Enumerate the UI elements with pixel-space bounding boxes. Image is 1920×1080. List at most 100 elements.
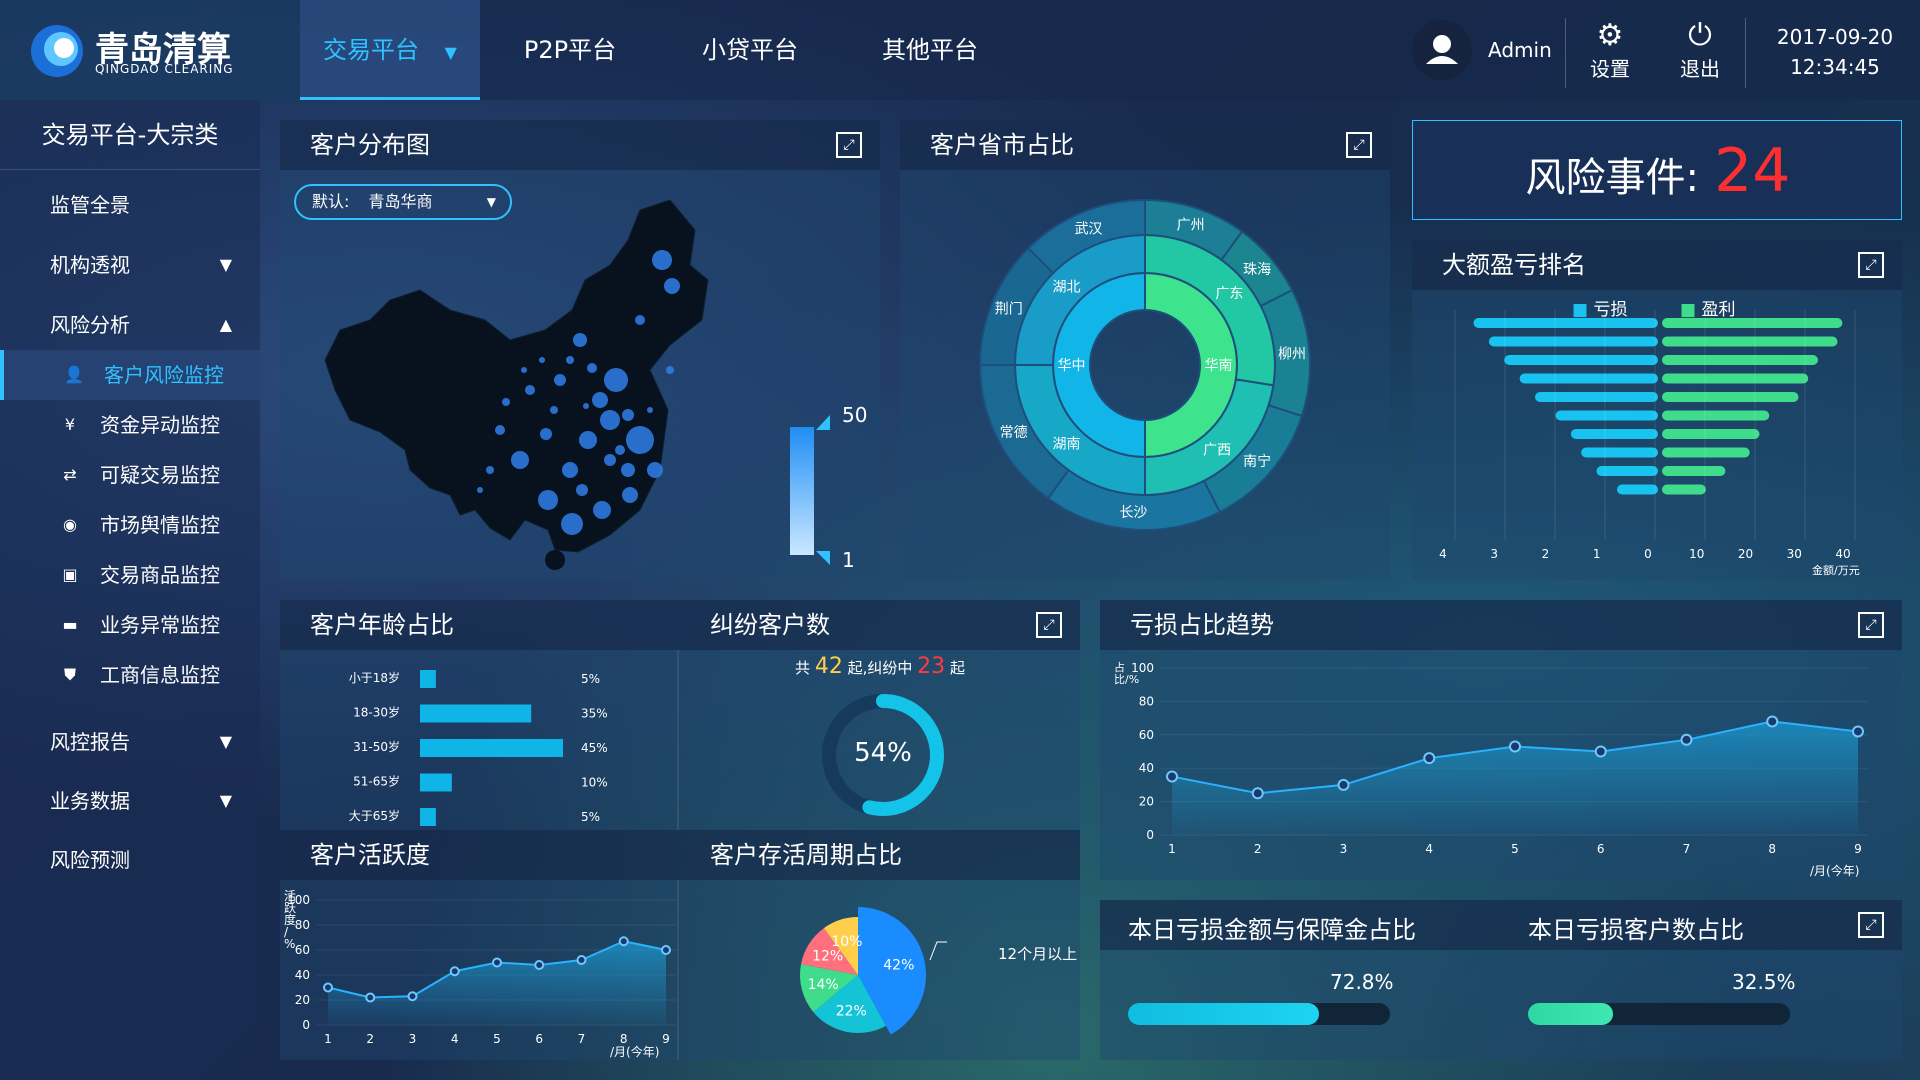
folder-icon: ▬ [62, 615, 78, 634]
ranking-chart[interactable]: 4 3 2 1 0 10 20 30 40 [1412, 240, 1902, 580]
chevron-down-icon: ▼ [444, 43, 457, 62]
y-tick-label: 0 [1146, 828, 1154, 842]
map-legend [790, 415, 830, 565]
divider [1745, 18, 1746, 88]
sunburst-label: 珠海 [1243, 262, 1271, 278]
profit-bar [1662, 484, 1706, 495]
activity-xlabel: /月(今年) [610, 1044, 659, 1059]
sidebar-item-risk-forecast[interactable]: 风险预测 [0, 835, 260, 885]
data-point [1337, 778, 1350, 791]
x-tick-label: 1 [1593, 547, 1601, 561]
sidebar-item-business-info[interactable]: ⛊ 工商信息监控 [0, 650, 260, 700]
dispute-count: 23 [917, 654, 946, 679]
lifecycle-pie-chart[interactable]: 42% 22% 14% 12%10% [680, 880, 1080, 1060]
sunburst-label: 湖北 [1053, 280, 1081, 296]
data-point [534, 960, 545, 970]
sunburst-label: 湖南 [1053, 436, 1081, 452]
expand-icon[interactable]: ⤢ [1858, 912, 1884, 938]
profit-bar [1662, 318, 1843, 328]
dispute-suffix: 起 [949, 659, 965, 677]
chevron-down-icon: ▼ [219, 255, 232, 274]
sidebar-item-public-opinion[interactable]: ◉ 市场舆情监控 [0, 500, 260, 550]
activity-line-chart[interactable]: 0204060801001 2 3 4 5 6 7 8 9活跃度/%/月(今年) [280, 880, 680, 1060]
nav-microloan-platform[interactable]: 小贷平台 [660, 0, 840, 100]
loss-bar [1581, 447, 1658, 458]
username[interactable]: Admin [1488, 38, 1552, 62]
expand-icon[interactable]: ⤢ [1036, 612, 1062, 638]
pie-callout-line [929, 941, 947, 961]
sunburst-chart[interactable]: 华中 华南 湖北湖南 广东广西 武汉荆门常德长沙 南宁 柳州 珠海 广州 [900, 120, 1390, 580]
sunburst-label: 广州 [1177, 218, 1205, 234]
dispute-percent: 54% [854, 738, 912, 768]
badge-icon: ⛊ [63, 665, 76, 684]
chevron-up-icon: ▲ [219, 315, 232, 334]
sidebar-item-label: 风险分析 [50, 313, 130, 337]
sidebar-item-fund-anomaly[interactable]: ¥ 资金异动监控 [0, 400, 260, 450]
date-text: 2017-09-20 [1776, 25, 1894, 49]
profit-bar [1662, 466, 1726, 476]
china-map[interactable] [310, 170, 770, 580]
pie-value-label: 12% [812, 949, 843, 965]
avatar[interactable] [1412, 20, 1472, 80]
data-point [407, 991, 418, 1002]
sidebar-item-suspicious-trade[interactable]: ⇄ 可疑交易监控 [0, 450, 260, 500]
expand-icon[interactable]: ⤢ [1858, 612, 1884, 638]
legend-max: 50 [842, 403, 868, 427]
age-category-label: 大于65岁 [349, 808, 400, 823]
x-tick-label: 8 [620, 1032, 628, 1046]
sidebar-item-risk-report[interactable]: 风控报告 ▼ [0, 717, 260, 767]
loss-customer-fill [1528, 1003, 1614, 1025]
data-point [1766, 715, 1779, 728]
sidebar-item-label: 工商信息监控 [100, 663, 220, 687]
trend-xlabel: /月(今年) [1810, 864, 1860, 878]
age-bar-chart[interactable]: 小于18岁 5% 18-30岁 35% 31-50岁 45% 51-65岁 10% 大于65岁 5… [280, 650, 680, 830]
nav-trading-platform[interactable]: 交易平台 ▼ [300, 0, 480, 100]
series-area [1172, 721, 1858, 835]
user-avatar-icon [1426, 35, 1458, 64]
data-point [618, 936, 629, 947]
sidebar-item-overview[interactable]: 监管全景 [0, 180, 260, 230]
panel-title: 客户年龄占比 [280, 600, 680, 650]
dispute-prefix: 共 [795, 659, 811, 677]
x-tick-label: 1 [1168, 842, 1176, 856]
sunburst-label: 荆门 [995, 302, 1023, 318]
sidebar-item-risk-analysis[interactable]: 风险分析 ▲ [0, 300, 260, 350]
nav-other-platform[interactable]: 其他平台 [840, 0, 1020, 100]
nav-p2p-platform[interactable]: P2P平台 [480, 0, 660, 100]
x-tick-label: 6 [535, 1032, 543, 1046]
logout-button[interactable]: ⏻ 退出 [1660, 18, 1740, 88]
age-value-label: 5% [581, 810, 600, 824]
data-point [365, 992, 376, 1003]
loss-bar [1504, 355, 1658, 365]
pie-value-label: 10% [831, 934, 862, 950]
sunburst-label: 广东 [1215, 286, 1243, 302]
settings-button[interactable]: ⚙ 设置 [1570, 18, 1650, 88]
y-tick-label: 80 [295, 918, 310, 932]
loss-trend-chart[interactable]: 0204060801001 2 3 4 5 6 7 8 9 [1100, 650, 1902, 880]
loss-bar [1519, 373, 1658, 384]
age-category-label: 18-30岁 [353, 705, 400, 720]
sidebar-item-label: 市场舆情监控 [100, 513, 220, 537]
loss-amount-track [1128, 1003, 1390, 1025]
data-point [661, 945, 671, 955]
expand-icon[interactable]: ⤢ [836, 132, 862, 158]
data-point [492, 957, 502, 968]
trend-ylabel: 占比/% [1114, 661, 1140, 686]
sidebar-item-label: 监管全景 [50, 193, 130, 217]
sidebar-item-institution[interactable]: 机构透视 ▼ [0, 240, 260, 290]
sidebar-item-business-anomaly[interactable]: ▬ 业务异常监控 [0, 600, 260, 650]
chevron-down-icon: ▼ [219, 732, 232, 751]
x-tick-label: 5 [493, 1032, 501, 1046]
x-tick-label: 30 [1787, 547, 1802, 561]
sidebar-item-commodity[interactable]: ▣ 交易商品监控 [0, 550, 260, 600]
x-tick-label: 4 [1439, 547, 1447, 561]
x-tick-label: 2 [1542, 547, 1550, 561]
logo[interactable]: 青岛清算 QINGDAO CLEARING [0, 0, 300, 100]
sidebar-item-customer-risk[interactable]: 👤 客户风险监控 [0, 350, 260, 400]
loss-bar [1596, 466, 1658, 476]
y-tick-label: 60 [1139, 728, 1154, 742]
sunburst-label: 长沙 [1119, 505, 1147, 521]
x-tick-label: 7 [1683, 842, 1691, 856]
age-ratio-panel: 客户年龄占比 小于18岁 5% 18-30岁 35% 31-50岁 45% 51-65岁 10… [280, 600, 680, 830]
sidebar-item-business-data[interactable]: 业务数据 ▼ [0, 776, 260, 826]
